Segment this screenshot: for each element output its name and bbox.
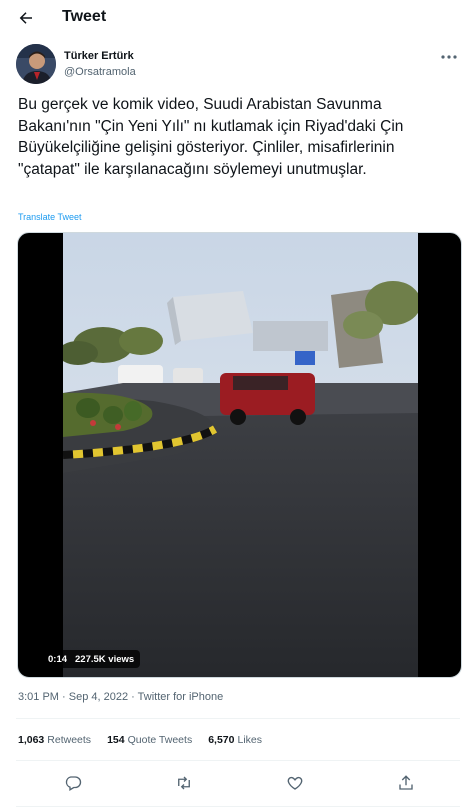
tweet-actions — [0, 768, 476, 798]
quote-tweets-stat[interactable]: 154 Quote Tweets — [107, 734, 192, 746]
back-arrow-icon[interactable] — [14, 6, 38, 30]
video-views: 227.5K views — [75, 653, 135, 665]
likes-stat[interactable]: 6,570 Likes — [208, 734, 262, 746]
retweets-label: Retweets — [47, 734, 92, 746]
divider — [16, 760, 460, 761]
more-dots-icon[interactable] — [438, 48, 460, 66]
author-handle[interactable]: @Orsatramola — [64, 66, 136, 78]
top-bar: Tweet — [0, 0, 476, 36]
video-player[interactable]: 0:14 227.5K views — [17, 232, 462, 678]
video-info-overlay: 0:14 227.5K views — [42, 650, 141, 668]
tweet-text: Bu gerçek ve komik video, Suudi Arabista… — [18, 96, 404, 178]
tweet-stats: 1,063 Retweets 154 Quote Tweets 6,570 Likes — [18, 734, 278, 746]
likes-label: Likes — [237, 734, 262, 746]
reply-icon[interactable] — [60, 770, 86, 796]
tweet-timestamp[interactable]: 3:01 PM · Sep 4, 2022 · Twitter for iPho… — [18, 691, 223, 703]
divider — [16, 718, 460, 719]
retweets-count: 1,063 — [18, 734, 45, 746]
retweets-stat[interactable]: 1,063 Retweets — [18, 734, 91, 746]
author-name[interactable]: Türker Ertürk — [64, 50, 134, 62]
share-icon[interactable] — [393, 770, 419, 796]
tweet-author-header: Türker Ertürk @Orsatramola — [0, 44, 476, 88]
video-thumbnail[interactable] — [58, 233, 421, 677]
page-title: Tweet — [62, 8, 107, 25]
retweet-icon[interactable] — [171, 770, 197, 796]
heart-icon[interactable] — [282, 770, 308, 796]
divider — [16, 806, 460, 807]
video-duration: 0:14 — [48, 653, 68, 665]
quote-tweets-label: Quote Tweets — [127, 734, 193, 746]
translate-tweet-link[interactable]: Translate Tweet — [18, 212, 82, 222]
likes-count: 6,570 — [208, 734, 235, 746]
avatar[interactable] — [16, 44, 56, 84]
quote-tweets-count: 154 — [107, 734, 125, 746]
